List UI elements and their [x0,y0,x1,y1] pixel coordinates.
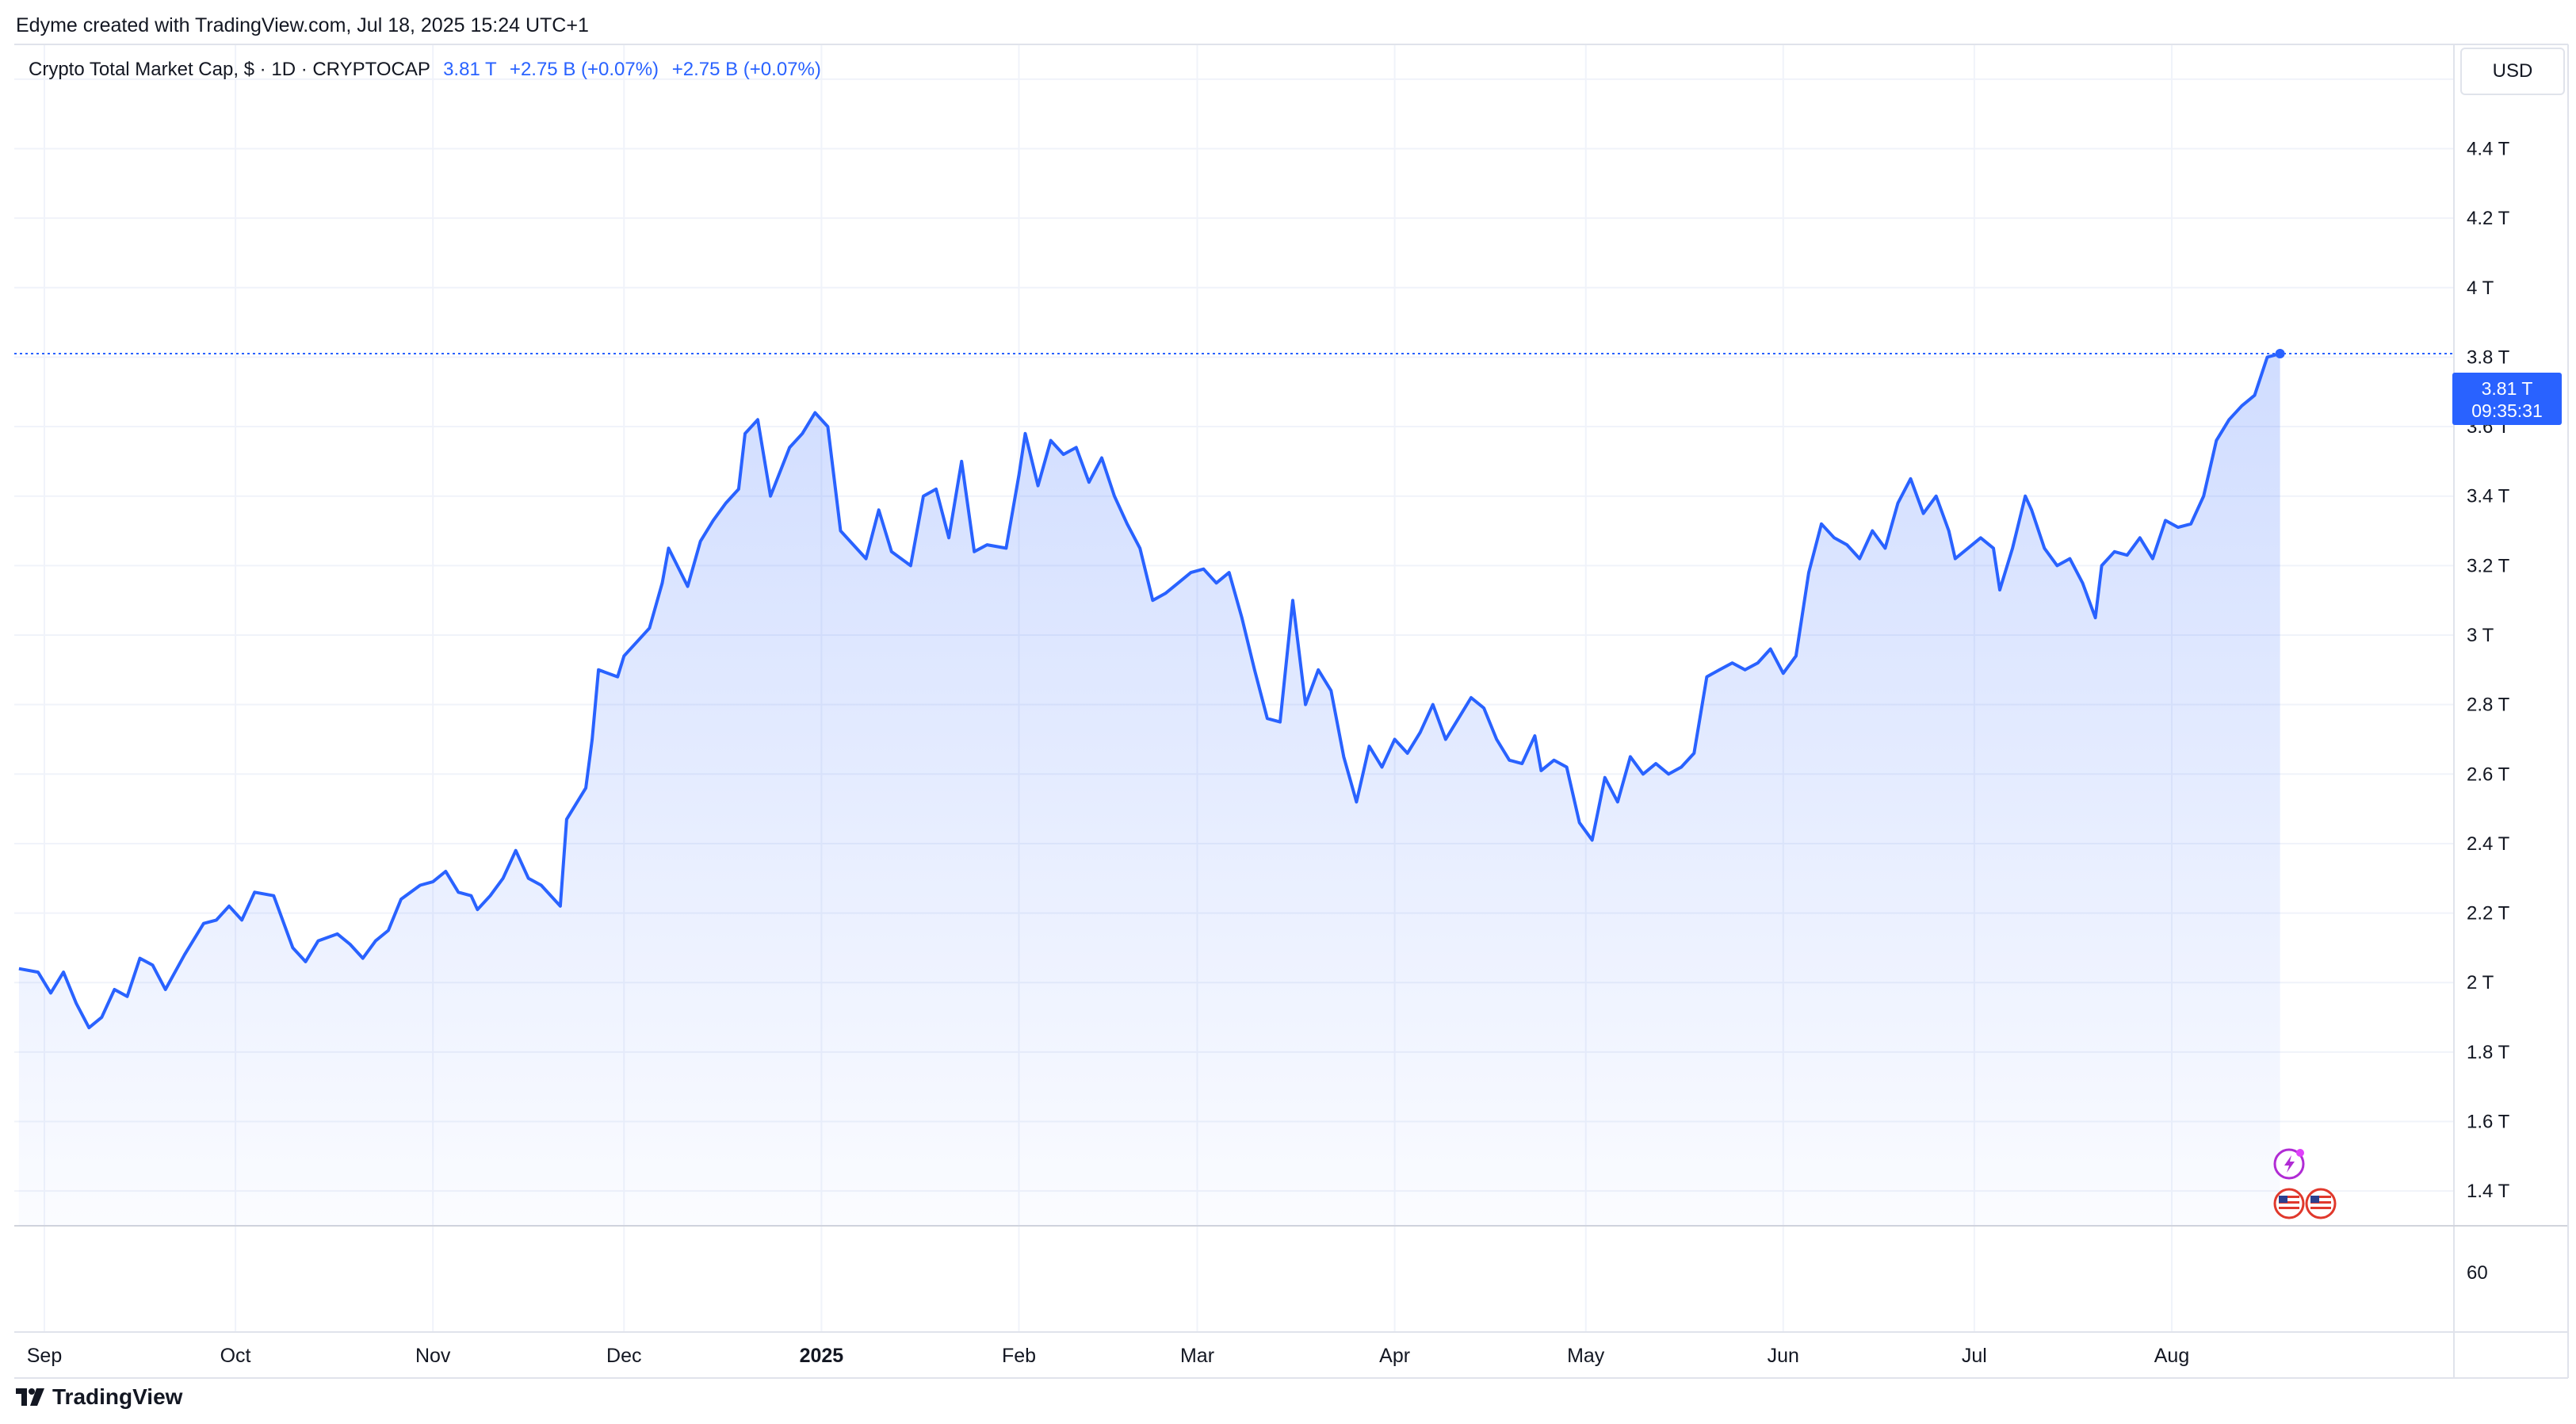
y-tick-label: 1.4 T [2467,1181,2510,1202]
last-price-value: 3.81 T [2481,378,2533,399]
x-axis: Sep Oct Nov Dec 2025 Feb Mar Apr May Jun Jul Aug [27,1345,2189,1367]
y-tick-label: 2.4 T [2467,833,2510,855]
y-tick-label: 2.2 T [2467,903,2510,924]
y-tick-label: 1.8 T [2467,1042,2510,1063]
y-axis: 1.4 T 1.6 T 1.8 T 2 T 2.2 T 2.4 T 2.6 T 2.8 T 3 … [2467,69,2510,1202]
us-flag-event-icon[interactable] [2305,1188,2337,1219]
y-tick-label: 3.8 T [2467,346,2510,368]
y-tick-label: 2.6 T [2467,764,2510,785]
x-tick-label: Apr [1379,1345,1410,1367]
symbol-legend[interactable]: Crypto Total Market Cap, $ · 1D · CRYPTO… [29,59,821,81]
lightning-event-icon[interactable] [2273,1148,2305,1180]
symbol-title[interactable]: Crypto Total Market Cap, $ · 1D · CRYPTO… [29,59,430,80]
y-tick-label: 4 T [2467,278,2494,299]
y-tick-label: 3.4 T [2467,486,2510,507]
x-tick-label: Oct [220,1345,251,1367]
y-tick-label: 1.6 T [2467,1112,2510,1133]
y-tick-label: 3 T [2467,625,2494,646]
area-fill [18,354,2280,1226]
x-tick-label: Mar [1180,1345,1214,1367]
bar-countdown: 09:35:31 [2471,400,2543,421]
currency-button[interactable]: USD [2460,48,2565,95]
x-tick-label: Aug [2154,1345,2189,1367]
change-value-secondary: +2.75 B (+0.07%) [671,59,821,80]
last-value: 3.81 T [443,59,497,80]
x-tick-label: Jun [1768,1345,1799,1367]
y-tick-label: 2.8 T [2467,695,2510,716]
x-tick-label: 2025 [800,1345,844,1367]
x-tick-label: Nov [415,1345,451,1367]
tradingview-wordmark: TradingView [52,1384,183,1409]
last-point-marker[interactable] [2275,349,2285,359]
y-tick-label: 4.4 T [2467,138,2510,159]
x-tick-label: Sep [27,1345,62,1367]
change-value: +2.75 B (+0.07%) [509,59,659,80]
x-tick-label: Jul [1962,1345,1987,1367]
x-tick-label: May [1567,1345,1605,1367]
x-tick-label: Feb [1002,1345,1036,1367]
us-flag-event-icon[interactable] [2273,1188,2305,1219]
chart-credit: Edyme created with TradingView.com, Jul … [16,14,589,36]
y-tick-label: 3.2 T [2467,555,2510,576]
last-price-label: 3.81 T 09:35:31 [2452,373,2562,425]
volume-tick-label: 60 [2467,1262,2488,1284]
y-tick-label: 4.2 T [2467,208,2510,229]
tradingview-branding[interactable]: TradingView [16,1384,182,1410]
chart-canvas[interactable]: 1.4 T 1.6 T 1.8 T 2 T 2.2 T 2.4 T 2.6 T 2.8 T 3 … [0,0,2576,1424]
y-tick-label: 2 T [2467,972,2494,993]
x-tick-label: Dec [606,1345,641,1367]
tradingview-logo-icon [16,1388,44,1406]
